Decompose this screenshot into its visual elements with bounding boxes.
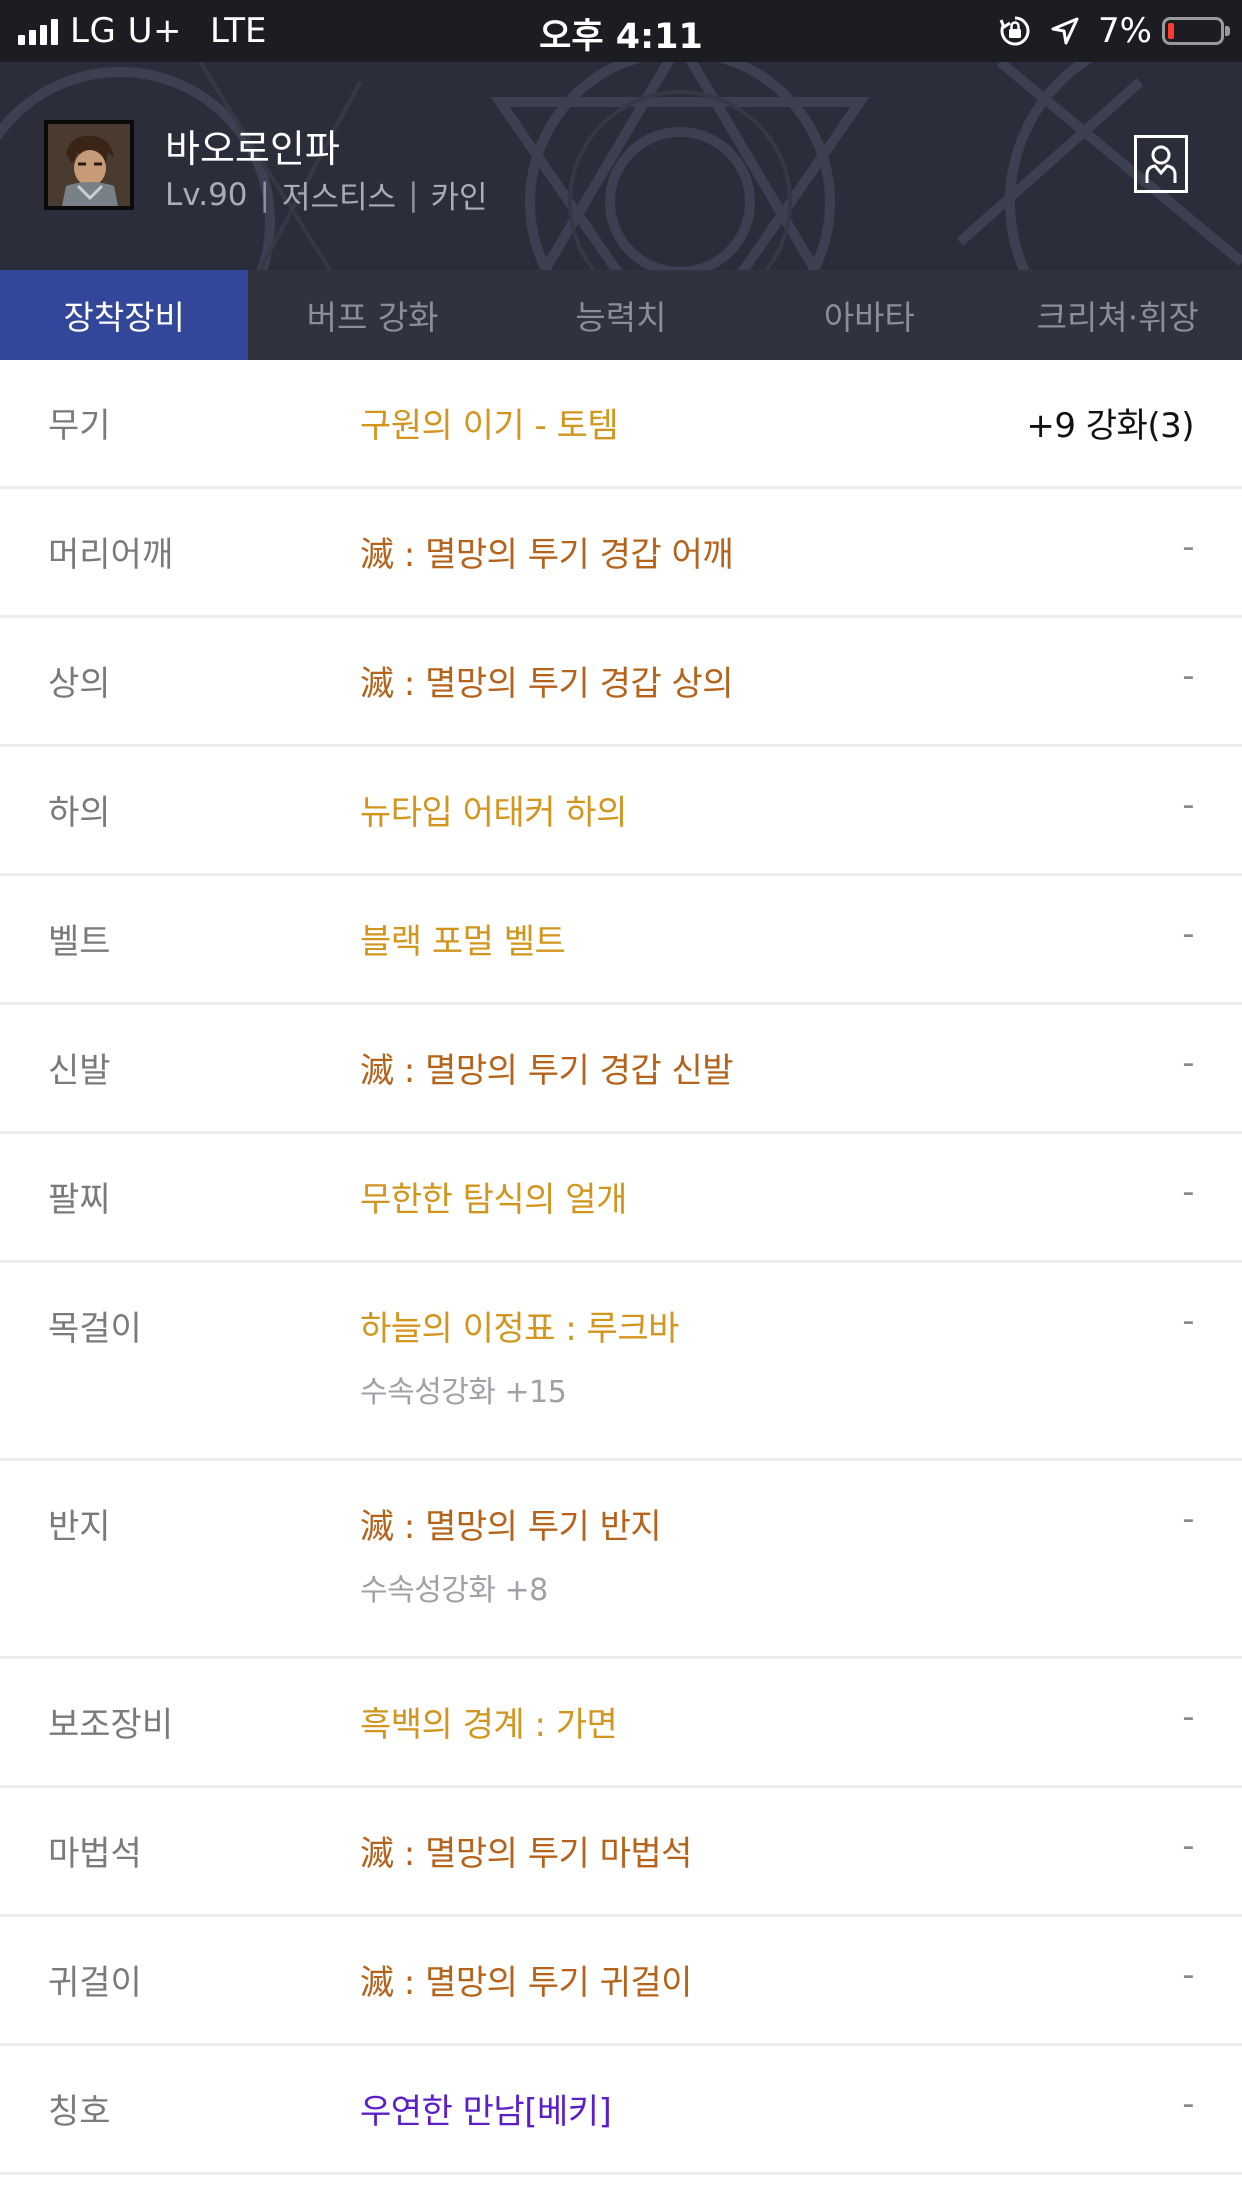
status-bar: LG U+ LTE 오후 4:11 7%: [0, 0, 1242, 62]
battery-icon: [1162, 17, 1230, 45]
status-right: 7%: [998, 8, 1230, 54]
equipment-list: 무기 구원의 이기 - 토템 +9 강화(3) 머리어깨 滅 : 멸망의 투기 경갑 어…: [0, 360, 1242, 2175]
item-name[interactable]: 구원의 이기 - 토템: [360, 398, 619, 447]
item-name[interactable]: 무한한 탐식의 얼개: [360, 1172, 627, 1221]
enhance-value: -: [1182, 1955, 1194, 1995]
slot-label: 무기: [48, 406, 111, 446]
item-name[interactable]: 滅 : 멸망의 투기 반지: [360, 1499, 662, 1548]
item-name[interactable]: 滅 : 멸망의 투기 귀걸이: [360, 1955, 692, 2004]
slot-label: 팔찌: [48, 1180, 111, 1220]
enhance-value: -: [1182, 785, 1194, 825]
item-name[interactable]: 흑백의 경계 : 가면: [360, 1697, 618, 1746]
equipment-row[interactable]: 마법석 滅 : 멸망의 투기 마법석 -: [0, 1788, 1242, 1917]
slot-label: 벨트: [48, 922, 111, 962]
battery-percent: 7%: [1098, 11, 1152, 51]
enhance-value: -: [1182, 2084, 1194, 2124]
location-arrow-icon: [1050, 16, 1080, 46]
equipment-row[interactable]: 신발 滅 : 멸망의 투기 경갑 신발 -: [0, 1005, 1242, 1134]
avatar: [44, 120, 134, 210]
meta-separator: |: [408, 176, 419, 213]
slot-label: 신발: [48, 1051, 111, 1091]
enhance-value: -: [1182, 1697, 1194, 1737]
tab-buff[interactable]: 버프 강화: [248, 270, 496, 360]
item-option: 수속성강화 +15: [360, 1375, 567, 1410]
equipment-row[interactable]: 상의 滅 : 멸망의 투기 경갑 상의 -: [0, 618, 1242, 747]
enhance-value: -: [1182, 1172, 1194, 1212]
enhance-value: -: [1182, 1826, 1194, 1866]
item-name[interactable]: 블랙 포멀 벨트: [360, 914, 566, 963]
equipment-row[interactable]: 팔찌 무한한 탐식의 얼개 -: [0, 1134, 1242, 1263]
slot-label: 하의: [48, 793, 111, 833]
equipment-row[interactable]: 보조장비 흑백의 경계 : 가면 -: [0, 1659, 1242, 1788]
item-name[interactable]: 滅 : 멸망의 투기 경갑 어깨: [360, 527, 734, 576]
enhance-value: -: [1182, 656, 1194, 696]
rotation-lock-icon: [998, 14, 1032, 48]
slot-label: 귀걸이: [48, 1963, 142, 2003]
equipment-row[interactable]: 반지 滅 : 멸망의 투기 반지수속성강화 +8 -: [0, 1461, 1242, 1659]
equipment-row[interactable]: 벨트 블랙 포멀 벨트 -: [0, 876, 1242, 1005]
item-name[interactable]: 滅 : 멸망의 투기 마법석: [360, 1826, 692, 1875]
battery-level: [1168, 23, 1174, 39]
character-header: 바오로인파 Lv.90 | 저스티스 | 카인: [0, 62, 1242, 270]
enhance-value: -: [1182, 527, 1194, 567]
enhance-value: -: [1182, 1043, 1194, 1083]
character-name: 바오로인파: [165, 127, 340, 171]
equipment-row[interactable]: 하의 뉴타입 어태커 하의 -: [0, 747, 1242, 876]
character-meta: Lv.90 | 저스티스 | 카인: [165, 172, 488, 217]
enhance-value: +9 강화(3): [1026, 406, 1194, 446]
equipment-row[interactable]: 무기 구원의 이기 - 토템 +9 강화(3): [0, 360, 1242, 489]
item-name[interactable]: 뉴타입 어태커 하의: [360, 785, 627, 834]
tab-bar: 장착장비 버프 강화 능력치 아바타 크리쳐·휘장: [0, 270, 1242, 360]
item-name[interactable]: 滅 : 멸망의 투기 경갑 신발: [360, 1043, 734, 1092]
meta-separator: |: [259, 176, 270, 213]
slot-label: 보조장비: [48, 1705, 174, 1745]
item-name[interactable]: 우연한 만남[베키]: [360, 2084, 612, 2133]
item-name[interactable]: 하늘의 이정표 : 루크바: [360, 1301, 679, 1350]
slot-label: 반지: [48, 1507, 111, 1547]
slot-label: 마법석: [48, 1834, 142, 1874]
tab-stats[interactable]: 능력치: [497, 270, 745, 360]
slot-label: 칭호: [48, 2092, 111, 2132]
character-level: Lv.90: [165, 176, 248, 213]
equipment-row[interactable]: 목걸이 하늘의 이정표 : 루크바수속성강화 +15 -: [0, 1263, 1242, 1461]
person-icon: [1145, 145, 1177, 183]
slot-label: 상의: [48, 664, 111, 704]
slot-label: 머리어깨: [48, 535, 174, 575]
equipment-row[interactable]: 머리어깨 滅 : 멸망의 투기 경갑 어깨 -: [0, 489, 1242, 618]
profile-button[interactable]: [1134, 135, 1188, 193]
character-job: 저스티스: [281, 180, 397, 216]
item-name[interactable]: 滅 : 멸망의 투기 경갑 상의: [360, 656, 734, 705]
enhance-value: -: [1182, 1499, 1194, 1539]
tab-creature[interactable]: 크리쳐·휘장: [994, 270, 1242, 360]
enhance-value: -: [1182, 914, 1194, 954]
enhance-value: -: [1182, 1301, 1194, 1341]
slot-label: 목걸이: [48, 1309, 142, 1349]
character-server: 카인: [430, 180, 488, 216]
tab-equipment[interactable]: 장착장비: [0, 270, 249, 360]
equipment-row[interactable]: 귀걸이 滅 : 멸망의 투기 귀걸이 -: [0, 1917, 1242, 2046]
tab-avatar[interactable]: 아바타: [745, 270, 993, 360]
equipment-row[interactable]: 칭호 우연한 만남[베키] -: [0, 2046, 1242, 2175]
item-option: 수속성강화 +8: [360, 1573, 548, 1608]
